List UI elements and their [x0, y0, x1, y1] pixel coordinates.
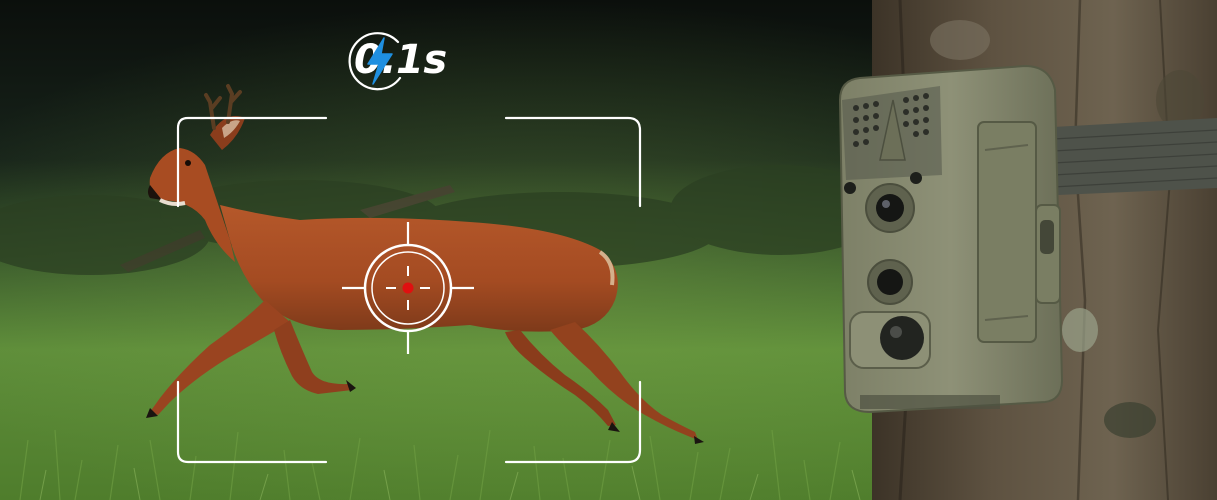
main-lens: [876, 194, 904, 222]
trigger-speed-badge: 0.1s: [348, 26, 447, 94]
trail-camera: [838, 64, 1064, 414]
lightning-bolt-icon: [348, 32, 402, 91]
scene-illustration: [0, 0, 1217, 500]
mounting-strap: [1034, 118, 1217, 196]
reticle-center-dot: [402, 282, 414, 294]
secondary-lens: [877, 269, 903, 295]
pir-sensor: [880, 316, 924, 360]
deer-eye: [185, 160, 191, 166]
product-banner: 0.1s: [0, 0, 1217, 500]
